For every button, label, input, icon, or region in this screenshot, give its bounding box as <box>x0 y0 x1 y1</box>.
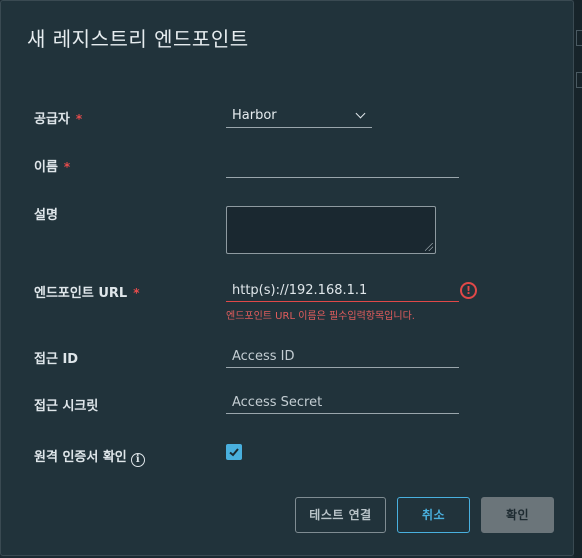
access-id-label: 접근 ID <box>34 352 79 367</box>
required-mark: * <box>63 160 71 174</box>
info-icon[interactable]: i <box>130 453 145 467</box>
name-input[interactable] <box>226 156 459 178</box>
ok-button[interactable]: 확인 <box>481 497 554 533</box>
endpoint-url-error-message: 엔드포인트 URL 이름은 필수입력항목입니다. <box>226 311 415 322</box>
access-id-input[interactable] <box>226 346 459 368</box>
verify-cert-label: 원격 인증서 확인 i <box>34 446 145 467</box>
verify-cert-label-text: 원격 인증서 확인 <box>34 450 127 465</box>
checkmark-icon <box>229 448 239 457</box>
provider-label: 공급자 * <box>34 108 82 127</box>
required-mark: * <box>133 286 140 300</box>
provider-label-text: 공급자 <box>34 112 70 127</box>
background-page-strip <box>574 0 582 558</box>
cancel-button[interactable]: 취소 <box>397 497 470 533</box>
name-label: 이름 * <box>34 156 70 175</box>
endpoint-url-label-text: 엔드포인트 URL <box>34 286 128 301</box>
resize-grip-icon[interactable] <box>425 243 433 251</box>
provider-select-value: Harbor <box>232 108 277 123</box>
verify-cert-checkbox[interactable] <box>226 444 242 460</box>
error-exclamation-icon: ! <box>460 282 477 299</box>
access-secret-label: 접근 시크릿 <box>34 399 99 414</box>
dialog-title: 새 레지스트리 엔드포인트 <box>27 27 249 51</box>
background-control <box>576 30 582 46</box>
background-control <box>576 72 582 88</box>
name-label-text: 이름 <box>34 160 58 175</box>
provider-select[interactable]: Harbor <box>226 106 372 128</box>
access-secret-input[interactable] <box>226 392 459 414</box>
test-connection-button[interactable]: 테스트 연결 <box>295 497 386 533</box>
required-mark: * <box>75 112 83 126</box>
description-textarea[interactable] <box>226 206 436 254</box>
chevron-down-icon <box>355 108 366 119</box>
endpoint-url-input[interactable] <box>226 280 459 302</box>
description-label: 설명 <box>34 208 58 223</box>
endpoint-url-label: 엔드포인트 URL * <box>34 282 139 301</box>
new-registry-endpoint-dialog: 새 레지스트리 엔드포인트 공급자 * Harbor 이름 * 설명 엔드포인트 U… <box>0 0 574 556</box>
